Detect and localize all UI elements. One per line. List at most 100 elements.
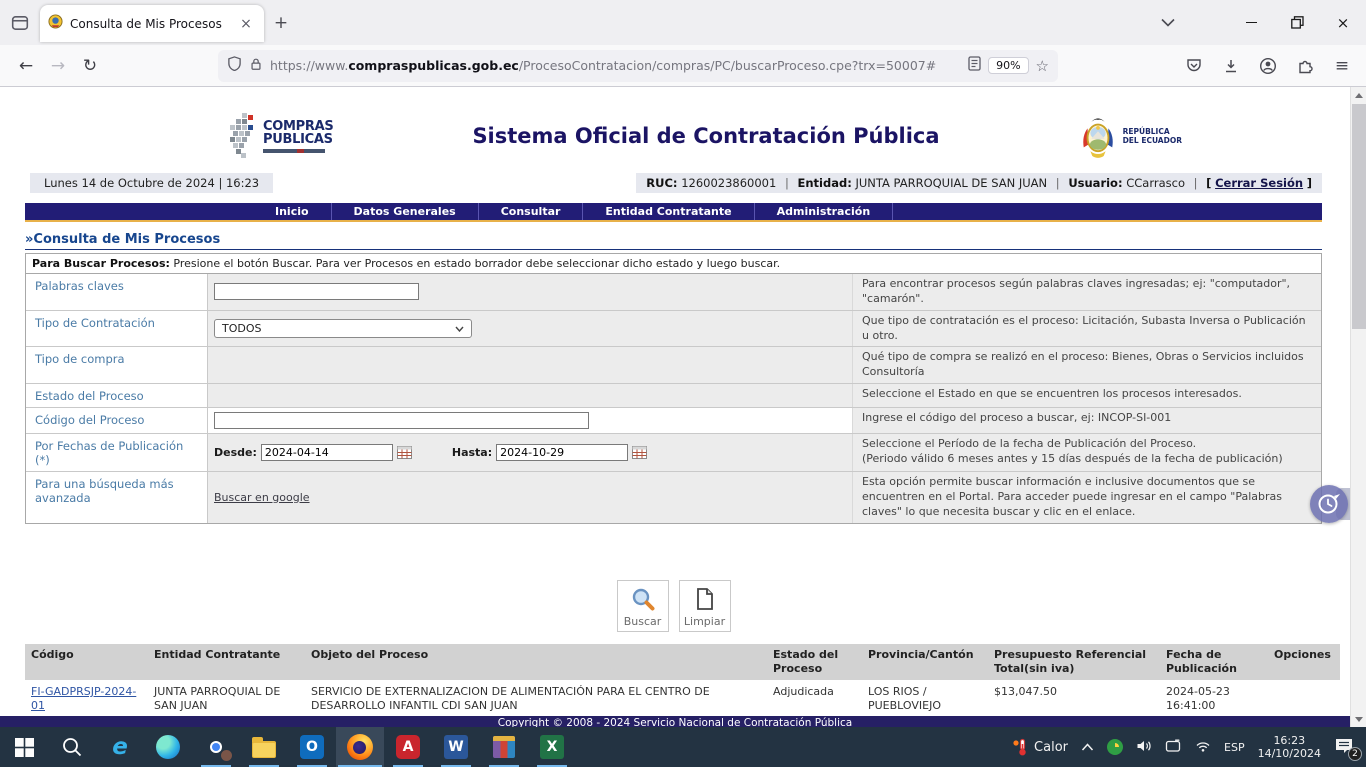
form-instructions: Para Buscar Procesos: Presione el botón … — [26, 254, 1321, 274]
palabras-label: Palabras claves — [26, 274, 208, 310]
nav-item-inicio[interactable]: Inicio — [253, 203, 332, 220]
datetime-box: Lunes 14 de Octubre de 2024 | 16:23 — [30, 173, 273, 193]
col-provincia: Provincia/Cantón — [862, 644, 988, 681]
buscar-button[interactable]: Buscar — [617, 580, 669, 632]
nav-item-datos-generales[interactable]: Datos Generales — [332, 203, 479, 220]
tab-close-icon[interactable]: × — [236, 16, 256, 32]
outlook-icon: O — [300, 735, 324, 759]
codigo-label: Código del Proceso — [26, 408, 208, 433]
tray-chevron-up-icon[interactable] — [1081, 741, 1094, 754]
taskbar-firefox[interactable] — [336, 727, 384, 767]
desde-calendar-icon[interactable] — [397, 446, 412, 459]
zoom-level-badge[interactable]: 90% — [988, 57, 1028, 74]
scroll-up-icon[interactable] — [1351, 87, 1366, 103]
vertical-scrollbar[interactable] — [1350, 87, 1366, 727]
limpiar-button[interactable]: Limpiar — [679, 580, 731, 632]
form-row-fechas: Por Fechas de Publicación (*) Desde: Has… — [26, 434, 1321, 472]
volume-icon[interactable] — [1136, 739, 1152, 756]
browser-titlebar: Consulta de Mis Procesos × + × — [0, 0, 1366, 45]
desde-input[interactable] — [261, 444, 393, 461]
new-tab-button[interactable]: + — [264, 0, 298, 45]
window-close-button[interactable]: × — [1320, 0, 1366, 45]
codigo-input[interactable] — [214, 412, 589, 429]
window-restore-button[interactable] — [1274, 0, 1320, 45]
palabras-input[interactable] — [214, 283, 419, 300]
nav-item-administracion[interactable]: Administración — [755, 203, 894, 220]
cell-entidad: JUNTA PARROQUIAL DE SAN JUAN — [148, 680, 305, 717]
scrollbar-thumb[interactable] — [1352, 104, 1366, 329]
weather-widget[interactable]: Calor — [1012, 738, 1068, 756]
lock-icon[interactable] — [249, 56, 263, 75]
start-button[interactable] — [0, 727, 48, 767]
reload-icon[interactable]: ↻ — [74, 50, 106, 82]
hamburger-menu-icon[interactable]: ≡ — [1328, 52, 1356, 80]
firefox-icon — [347, 734, 373, 760]
shield-icon[interactable] — [227, 56, 242, 75]
search-icon — [61, 736, 83, 758]
extensions-puzzle-icon[interactable] — [1291, 52, 1319, 80]
chrome-icon — [204, 735, 228, 759]
taskbar-chrome[interactable] — [192, 727, 240, 767]
limpiar-label: Limpiar — [684, 615, 725, 628]
url-text[interactable]: https://www.compraspublicas.gob.ec/Proce… — [270, 58, 961, 73]
wifi-icon[interactable] — [1195, 739, 1211, 755]
compras-publicas-logo: COMPRAS PUBLICAS — [230, 113, 333, 159]
avanzada-help: Esta opción permite buscar información e… — [852, 472, 1321, 523]
nav-item-entidad-contratante[interactable]: Entidad Contratante — [583, 203, 754, 220]
google-search-link[interactable]: Buscar en google — [214, 491, 310, 504]
col-objeto: Objeto del Proceso — [305, 644, 767, 681]
tablet-mode-icon[interactable] — [1165, 739, 1182, 756]
logo-mosaic-icon — [230, 113, 256, 159]
scroll-down-icon[interactable] — [1351, 711, 1366, 727]
cell-objeto: SERVICIO DE EXTERNALIZACION DE ALIMENTAC… — [305, 680, 767, 717]
estado-label: Estado del Proceso — [26, 384, 208, 407]
desde-label: Desde: — [214, 446, 257, 459]
results-header-row: Código Entidad Contratante Objeto del Pr… — [25, 644, 1340, 681]
taskbar-word[interactable]: W — [432, 727, 480, 767]
browser-toolbar: ← → ↻ https://www.compraspublicas.gob.ec… — [0, 45, 1366, 87]
tipo-contratacion-select[interactable]: TODOS — [214, 319, 472, 338]
taskbar-search-button[interactable] — [48, 727, 96, 767]
forward-icon[interactable]: → — [42, 50, 74, 82]
taskbar-excel[interactable]: X — [528, 727, 576, 767]
blank-page-icon — [692, 586, 718, 612]
taskbar-edge[interactable] — [144, 727, 192, 767]
chrome-profile-badge — [220, 749, 233, 762]
taskbar-file-explorer[interactable] — [240, 727, 288, 767]
toolbar-right-icons: ≡ — [1180, 52, 1356, 80]
url-bar[interactable]: https://www.compraspublicas.gob.ec/Proce… — [218, 50, 1058, 82]
nav-item-consultar[interactable]: Consultar — [479, 203, 584, 220]
process-code-link[interactable]: FI-GADPRSJP-2024-01 — [31, 685, 136, 712]
browser-tab[interactable]: Consulta de Mis Procesos × — [40, 5, 264, 42]
bookmark-star-icon[interactable]: ☆ — [1036, 57, 1049, 75]
downloads-icon[interactable] — [1217, 52, 1245, 80]
taskbar-winrar[interactable] — [480, 727, 528, 767]
reader-mode-icon[interactable] — [968, 56, 981, 75]
weather-label: Calor — [1034, 740, 1068, 755]
taskbar-outlook[interactable]: O — [288, 727, 336, 767]
ruc-value: 1260023860001 — [681, 176, 776, 190]
taskbar-internet-explorer[interactable]: e — [96, 727, 144, 767]
action-center-button[interactable]: 2 — [1334, 737, 1356, 757]
hasta-calendar-icon[interactable] — [632, 446, 647, 459]
cell-provincia: LOS RIOS / PUEBLOVIEJO — [862, 680, 988, 717]
account-icon[interactable] — [1254, 52, 1282, 80]
hasta-input[interactable] — [496, 444, 628, 461]
taskbar-clock[interactable]: 16:23 14/10/2024 — [1258, 734, 1321, 760]
firefox-view-icon[interactable] — [0, 0, 40, 45]
window-minimize-button[interactable] — [1228, 0, 1274, 45]
back-icon[interactable]: ← — [10, 50, 42, 82]
main-navigation: Inicio Datos Generales Consultar Entidad… — [25, 203, 1322, 222]
pocket-icon[interactable] — [1180, 52, 1208, 80]
form-row-estado: Estado del Proceso Seleccione el Estado … — [26, 384, 1321, 408]
logout-link[interactable]: Cerrar Sesión — [1215, 176, 1303, 190]
cell-opciones — [1268, 680, 1340, 717]
taskbar-acrobat[interactable]: A — [384, 727, 432, 767]
site-header: COMPRAS PUBLICAS Sistema Oficial de Cont… — [25, 107, 1350, 165]
list-all-tabs-icon[interactable] — [1150, 0, 1186, 45]
form-actions: Buscar Limpiar — [25, 580, 1322, 632]
language-indicator[interactable]: ESP — [1224, 741, 1245, 754]
republic-text-line2: DEL ECUADOR — [1123, 136, 1182, 145]
chevron-down-icon — [455, 326, 464, 332]
antivirus-tray-icon[interactable] — [1107, 739, 1123, 755]
